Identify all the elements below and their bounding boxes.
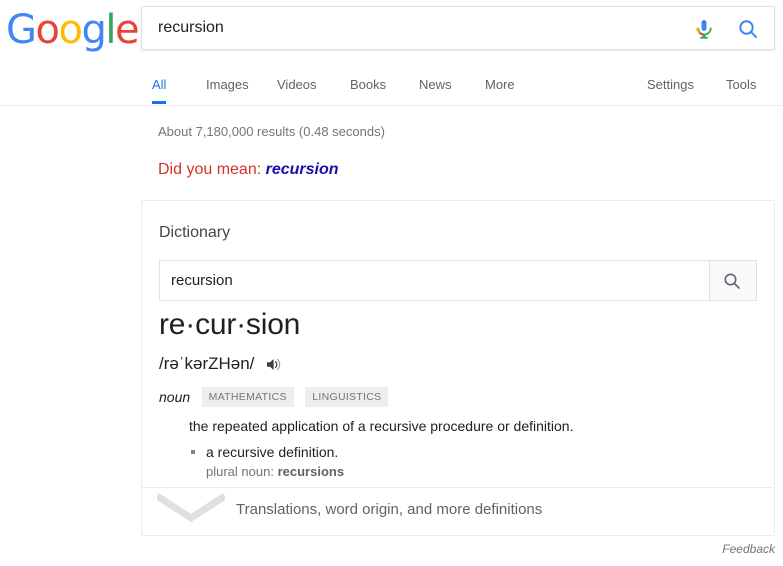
- sub-definition: a recursive definition. plural noun: rec…: [189, 443, 749, 480]
- more-definitions-label[interactable]: Translations, word origin, and more defi…: [236, 501, 542, 518]
- plural-noun-label: plural noun:: [206, 464, 274, 479]
- logo-letter-l: l: [105, 7, 116, 53]
- search-box[interactable]: [141, 6, 775, 50]
- tab-images[interactable]: Images: [206, 70, 249, 104]
- tools-button[interactable]: Tools: [726, 70, 756, 104]
- dictionary-search-box[interactable]: [159, 260, 757, 301]
- did-you-mean: Did you mean: recursion: [158, 161, 339, 179]
- logo-letter-g1: G: [6, 7, 37, 53]
- subject-tag-linguistics: LINGUISTICS: [305, 387, 389, 407]
- dictionary-headword: re·cur·sion: [159, 308, 301, 341]
- logo-letter-o1: o: [35, 7, 60, 53]
- dictionary-part-of-speech-row: noun MATHEMATICS LINGUISTICS: [159, 387, 389, 407]
- tab-more[interactable]: More: [485, 70, 515, 104]
- more-definitions-expander[interactable]: Translations, word origin, and more defi…: [142, 487, 774, 535]
- result-stats: About 7,180,000 results (0.48 seconds): [158, 124, 385, 139]
- plural-noun-line: plural noun: recursions: [206, 463, 749, 480]
- search-input[interactable]: [158, 7, 678, 49]
- part-of-speech-label: noun: [159, 389, 191, 405]
- speaker-icon[interactable]: [266, 357, 282, 377]
- microphone-icon[interactable]: [692, 17, 716, 41]
- feedback-link[interactable]: Feedback: [722, 542, 775, 556]
- tab-videos[interactable]: Videos: [277, 70, 317, 104]
- logo-letter-g2: g: [81, 7, 106, 53]
- search-tabs: All Images Videos Books News More Settin…: [0, 70, 783, 106]
- tab-all[interactable]: All: [152, 70, 167, 104]
- dictionary-card: Dictionary re·cur·sion /rəˈkərZHən/ noun…: [141, 200, 775, 536]
- did-you-mean-link[interactable]: recursion: [266, 161, 339, 178]
- did-you-mean-label: Did you mean:: [158, 161, 262, 178]
- subject-tag-mathematics: MATHEMATICS: [201, 387, 294, 407]
- settings-button[interactable]: Settings: [647, 70, 694, 104]
- tab-news[interactable]: News: [419, 70, 452, 104]
- tab-books[interactable]: Books: [350, 70, 386, 104]
- search-submit-icon[interactable]: [736, 17, 760, 41]
- dictionary-pronunciation-row: /rəˈkərZHən/: [159, 354, 282, 377]
- dictionary-search-button[interactable]: [709, 261, 756, 300]
- dictionary-title: Dictionary: [159, 224, 231, 241]
- google-logo[interactable]: Google: [6, 7, 140, 53]
- plural-noun-value: recursions: [277, 464, 345, 479]
- sub-definition-text: a recursive definition.: [206, 444, 339, 460]
- logo-letter-e: e: [114, 7, 140, 53]
- dictionary-phonetic: /rəˈkərZHən/: [159, 354, 255, 373]
- chevron-down-icon[interactable]: [155, 492, 227, 526]
- dictionary-search-input[interactable]: [171, 261, 701, 300]
- definition-text: the repeated application of a recursive …: [189, 418, 574, 434]
- logo-letter-o2: o: [58, 7, 82, 53]
- search-header: Google: [0, 0, 783, 66]
- bullet-icon: [191, 450, 195, 454]
- search-icon: [724, 273, 740, 289]
- dictionary-sense-block: the repeated application of a recursive …: [189, 417, 749, 480]
